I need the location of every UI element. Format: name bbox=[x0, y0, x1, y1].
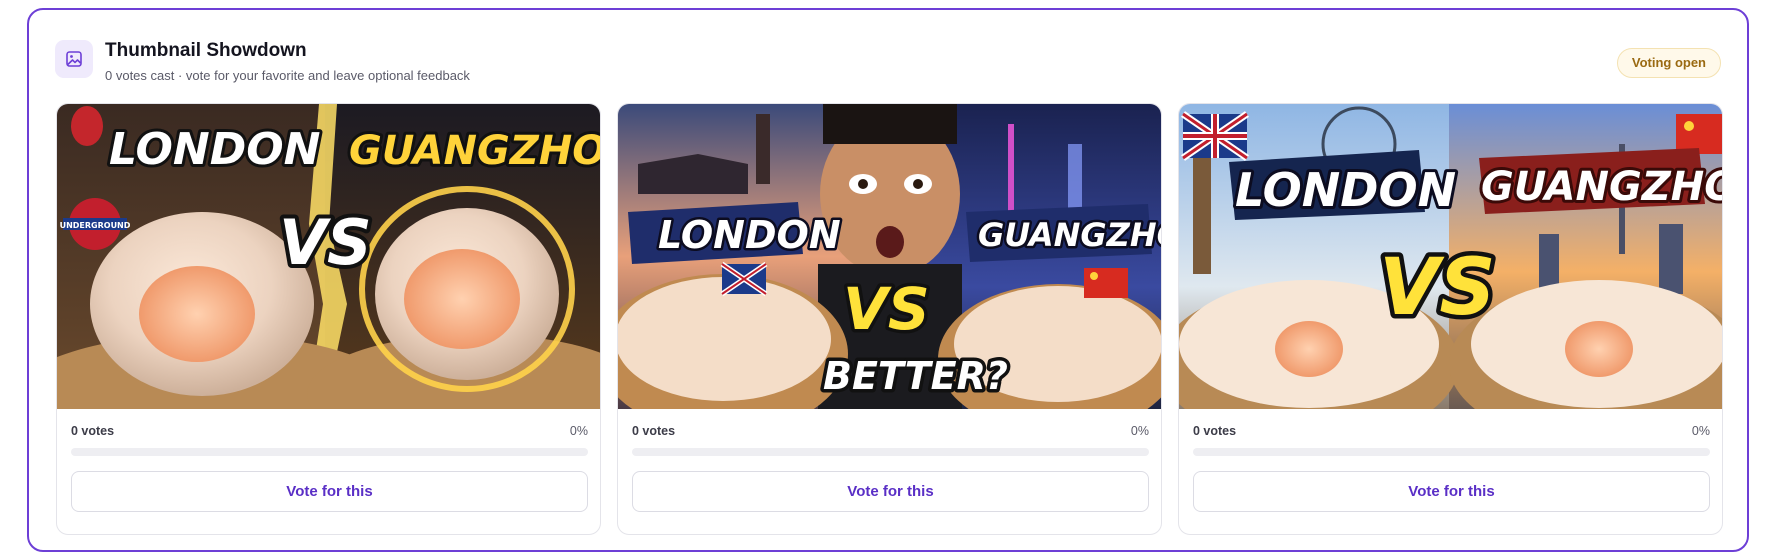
overlay-left-city: LONDON bbox=[1235, 163, 1456, 217]
overlay-right-city: GUANGZHOU bbox=[1481, 164, 1722, 210]
vote-percent: 0% bbox=[1130, 424, 1149, 438]
page-title: Thumbnail Showdown bbox=[105, 40, 307, 61]
vote-percent: 0% bbox=[569, 424, 588, 438]
overlay-vs: VS bbox=[279, 206, 372, 279]
thumbnail-card-1: UNDERGROUND LONDON GUANGZHOU VS 0 votes … bbox=[56, 103, 601, 535]
vote-progress-bar bbox=[632, 448, 1149, 456]
showdown-panel: Thumbnail Showdown 0 votes cast · vote f… bbox=[27, 8, 1749, 552]
thumbnail-card-3: LONDON GUANGZHOU VS 0 votes 0% Vote for … bbox=[1178, 103, 1723, 535]
image-icon bbox=[55, 40, 93, 78]
overlay-vs: VS bbox=[843, 275, 930, 343]
vote-button-2[interactable]: Vote for this bbox=[632, 471, 1149, 512]
overlay-right-city: GUANGZHOU bbox=[978, 216, 1161, 254]
vote-count: 0 votes bbox=[632, 424, 676, 438]
vote-stats-2: 0 votes 0% bbox=[632, 424, 1149, 440]
overlay-left-city: LONDON bbox=[658, 213, 841, 257]
vote-progress-bar bbox=[71, 448, 588, 456]
vote-stats-3: 0 votes 0% bbox=[1193, 424, 1710, 440]
thumbnail-grid: UNDERGROUND LONDON GUANGZHOU VS 0 votes … bbox=[56, 103, 1723, 535]
thumbnail-image-2[interactable]: LONDON GUANGZHOU VS BETTER? bbox=[618, 104, 1161, 409]
overlay-vs: VS bbox=[1379, 243, 1496, 333]
vote-count: 0 votes bbox=[71, 424, 115, 438]
vote-button-3[interactable]: Vote for this bbox=[1193, 471, 1710, 512]
vote-percent: 0% bbox=[1691, 424, 1710, 438]
vote-summary: 0 votes cast · vote for your favorite an… bbox=[105, 68, 470, 83]
vote-count: 0 votes bbox=[1193, 424, 1237, 438]
panel-header: Thumbnail Showdown 0 votes cast · vote f… bbox=[55, 40, 1721, 84]
underground-sign: UNDERGROUND bbox=[60, 221, 131, 230]
overlay-tagline: BETTER? bbox=[823, 354, 1008, 398]
thumbnail-image-1[interactable]: UNDERGROUND LONDON GUANGZHOU VS bbox=[57, 104, 600, 409]
thumbnail-image-3[interactable]: LONDON GUANGZHOU VS bbox=[1179, 104, 1722, 409]
vote-button-1[interactable]: Vote for this bbox=[71, 471, 588, 512]
thumbnail-card-2: LONDON GUANGZHOU VS BETTER? 0 votes 0% V… bbox=[617, 103, 1162, 535]
overlay-left-city: LONDON bbox=[109, 124, 320, 175]
overlay-right-city: GUANGZHOU bbox=[349, 128, 600, 174]
vote-stats-1: 0 votes 0% bbox=[71, 424, 588, 440]
vote-progress-bar bbox=[1193, 448, 1710, 456]
status-badge: Voting open bbox=[1616, 48, 1721, 78]
